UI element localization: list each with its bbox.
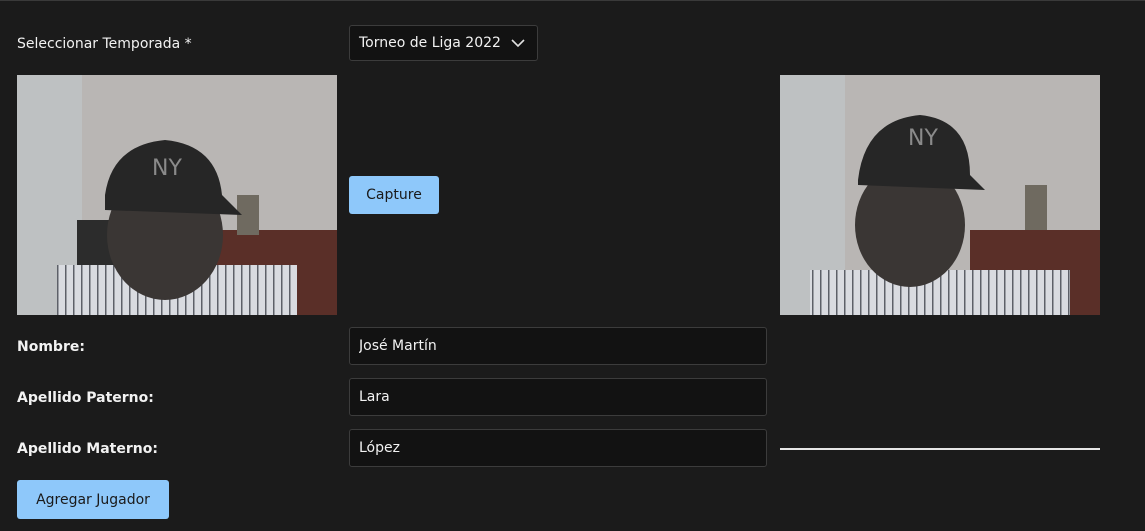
top-border	[0, 0, 1145, 1]
svg-text:NY: NY	[152, 156, 182, 181]
divider	[780, 448, 1100, 450]
webcam-preview: NY	[17, 75, 337, 315]
captured-photo: NY	[780, 75, 1100, 315]
nombre-label: Nombre:	[17, 339, 85, 355]
apellido-materno-label: Apellido Materno:	[17, 441, 158, 457]
season-select[interactable]: Torneo de Liga 2022	[349, 25, 538, 61]
capture-button[interactable]: Capture	[349, 176, 439, 214]
svg-text:NY: NY	[908, 126, 938, 151]
season-label: Seleccionar Temporada *	[17, 36, 192, 52]
add-player-button[interactable]: Agregar Jugador	[17, 480, 169, 519]
season-select-value: Torneo de Liga 2022	[359, 35, 501, 51]
nombre-input[interactable]	[349, 327, 767, 365]
apellido-paterno-input[interactable]	[349, 378, 767, 416]
apellido-materno-input[interactable]	[349, 429, 767, 467]
chevron-down-icon	[511, 39, 525, 48]
apellido-paterno-label: Apellido Paterno:	[17, 390, 154, 406]
